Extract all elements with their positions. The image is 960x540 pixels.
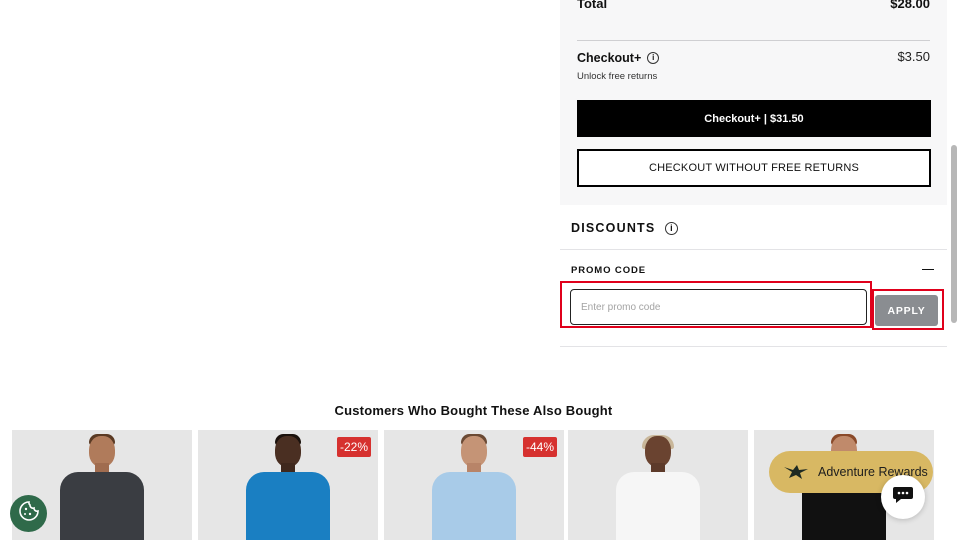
divider — [577, 40, 930, 41]
discount-badge: -22% — [336, 437, 371, 457]
total-row: Total $28.00 — [577, 0, 930, 16]
chat-bubble-icon — [892, 485, 914, 510]
total-label: Total — [577, 0, 608, 11]
recommendations-title: Customers Who Bought These Also Bought — [334, 403, 613, 418]
order-summary-panel: Total $28.00 Checkout+ i Unlock free ret… — [560, 0, 947, 205]
discounts-heading: DISCOUNTS i — [571, 221, 679, 235]
minus-icon[interactable] — [921, 263, 935, 277]
shirt — [246, 472, 330, 540]
checkout-plus-subtitle: Unlock free returns — [577, 71, 658, 82]
discounts-section: DISCOUNTS i — [560, 205, 947, 250]
promo-code-label: PROMO CODE — [571, 265, 646, 276]
shirt — [60, 472, 144, 540]
bird-icon — [783, 461, 809, 484]
total-value: $28.00 — [890, 0, 930, 11]
scrollbar-thumb[interactable] — [951, 145, 957, 323]
info-icon[interactable]: i — [647, 52, 660, 64]
checkout-plus-price: $3.50 — [897, 49, 930, 64]
apply-button[interactable]: APPLY — [875, 295, 938, 326]
info-icon[interactable]: i — [665, 221, 679, 235]
product-image — [52, 430, 152, 540]
product-card[interactable]: -22% — [198, 430, 378, 540]
shirt — [432, 472, 516, 540]
product-image — [238, 430, 338, 540]
checkout-plus-row: Checkout+ i Unlock free returns $3.50 — [577, 49, 930, 83]
shirt — [616, 472, 700, 540]
checkout-plus-button[interactable]: Checkout+ | $31.50 — [577, 100, 931, 137]
promo-code-input[interactable] — [570, 289, 867, 325]
checkout-plus-title: Checkout+ — [577, 51, 642, 65]
discounts-title: DISCOUNTS — [571, 221, 656, 235]
promo-code-section: PROMO CODE APPLY — [560, 251, 947, 347]
checkout-plus-title-wrap: Checkout+ i — [577, 51, 660, 65]
product-image — [424, 430, 524, 540]
product-image — [608, 430, 708, 540]
cookie-icon — [18, 500, 40, 527]
chat-button[interactable] — [881, 475, 925, 519]
scrollbar[interactable] — [947, 0, 960, 540]
discount-badge: -44% — [522, 437, 557, 457]
product-card[interactable] — [568, 430, 748, 540]
product-card[interactable]: -44% — [384, 430, 564, 540]
checkout-without-free-returns-button[interactable]: CHECKOUT WITHOUT FREE RETURNS — [577, 149, 931, 187]
cookie-settings-button[interactable] — [10, 495, 47, 532]
